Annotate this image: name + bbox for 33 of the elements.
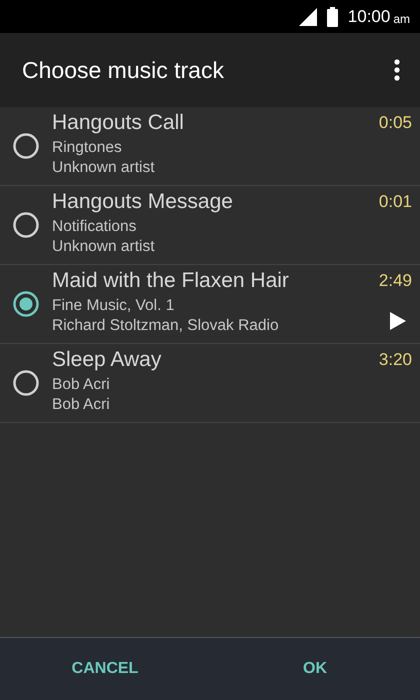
signal-icon [298,8,317,26]
dialog-title: Choose music track [22,56,224,84]
track-item[interactable]: Maid with the Flaxen Hair Fine Music, Vol. 1 Richard Stoltzman, Slovak Radio 2:49 [0,265,420,344]
track-artist: Unknown artist [52,237,156,257]
track-album: Ringtones [52,138,123,158]
more-options-icon[interactable] [394,59,400,81]
dialog-button[interactable]: OK [210,638,420,700]
track-item[interactable]: Sleep Away Bob Acri Bob Acri 3:20 [0,344,420,423]
track-artist: Richard Stoltzman, Slovak Radio [52,316,280,336]
radio-button[interactable] [12,290,40,318]
track-duration: 2:49 [378,271,412,291]
clock-meridiem: am [393,12,410,26]
radio-button[interactable] [12,132,40,160]
track-title: Hangouts Call [52,110,185,136]
track-title: Maid with the Flaxen Hair [52,268,290,294]
battery-icon [326,6,338,26]
track-title: Hangouts Message [52,189,234,215]
track-duration: 0:05 [378,113,412,133]
track-album: Fine Music, Vol. 1 [52,296,176,316]
track-album: Notifications [52,217,138,237]
clock-time: 10:00 [348,6,390,26]
track-duration: 3:20 [378,350,412,370]
track-artist: Unknown artist [52,158,156,178]
track-artist: Bob Acri [52,395,111,415]
radio-button[interactable] [12,369,40,397]
track-duration: 0:01 [378,192,412,212]
track-album: Bob Acri [52,375,111,395]
radio-button[interactable] [12,211,40,239]
track-item[interactable]: Hangouts Call Ringtones Unknown artist 0:05 [0,107,420,186]
track-item[interactable]: Hangouts Message Notifications Unknown artist 0:01 [0,186,420,265]
play-icon[interactable] [390,312,406,330]
track-title: Sleep Away [52,347,162,373]
dialog-button[interactable]: CANCEL [0,638,210,700]
